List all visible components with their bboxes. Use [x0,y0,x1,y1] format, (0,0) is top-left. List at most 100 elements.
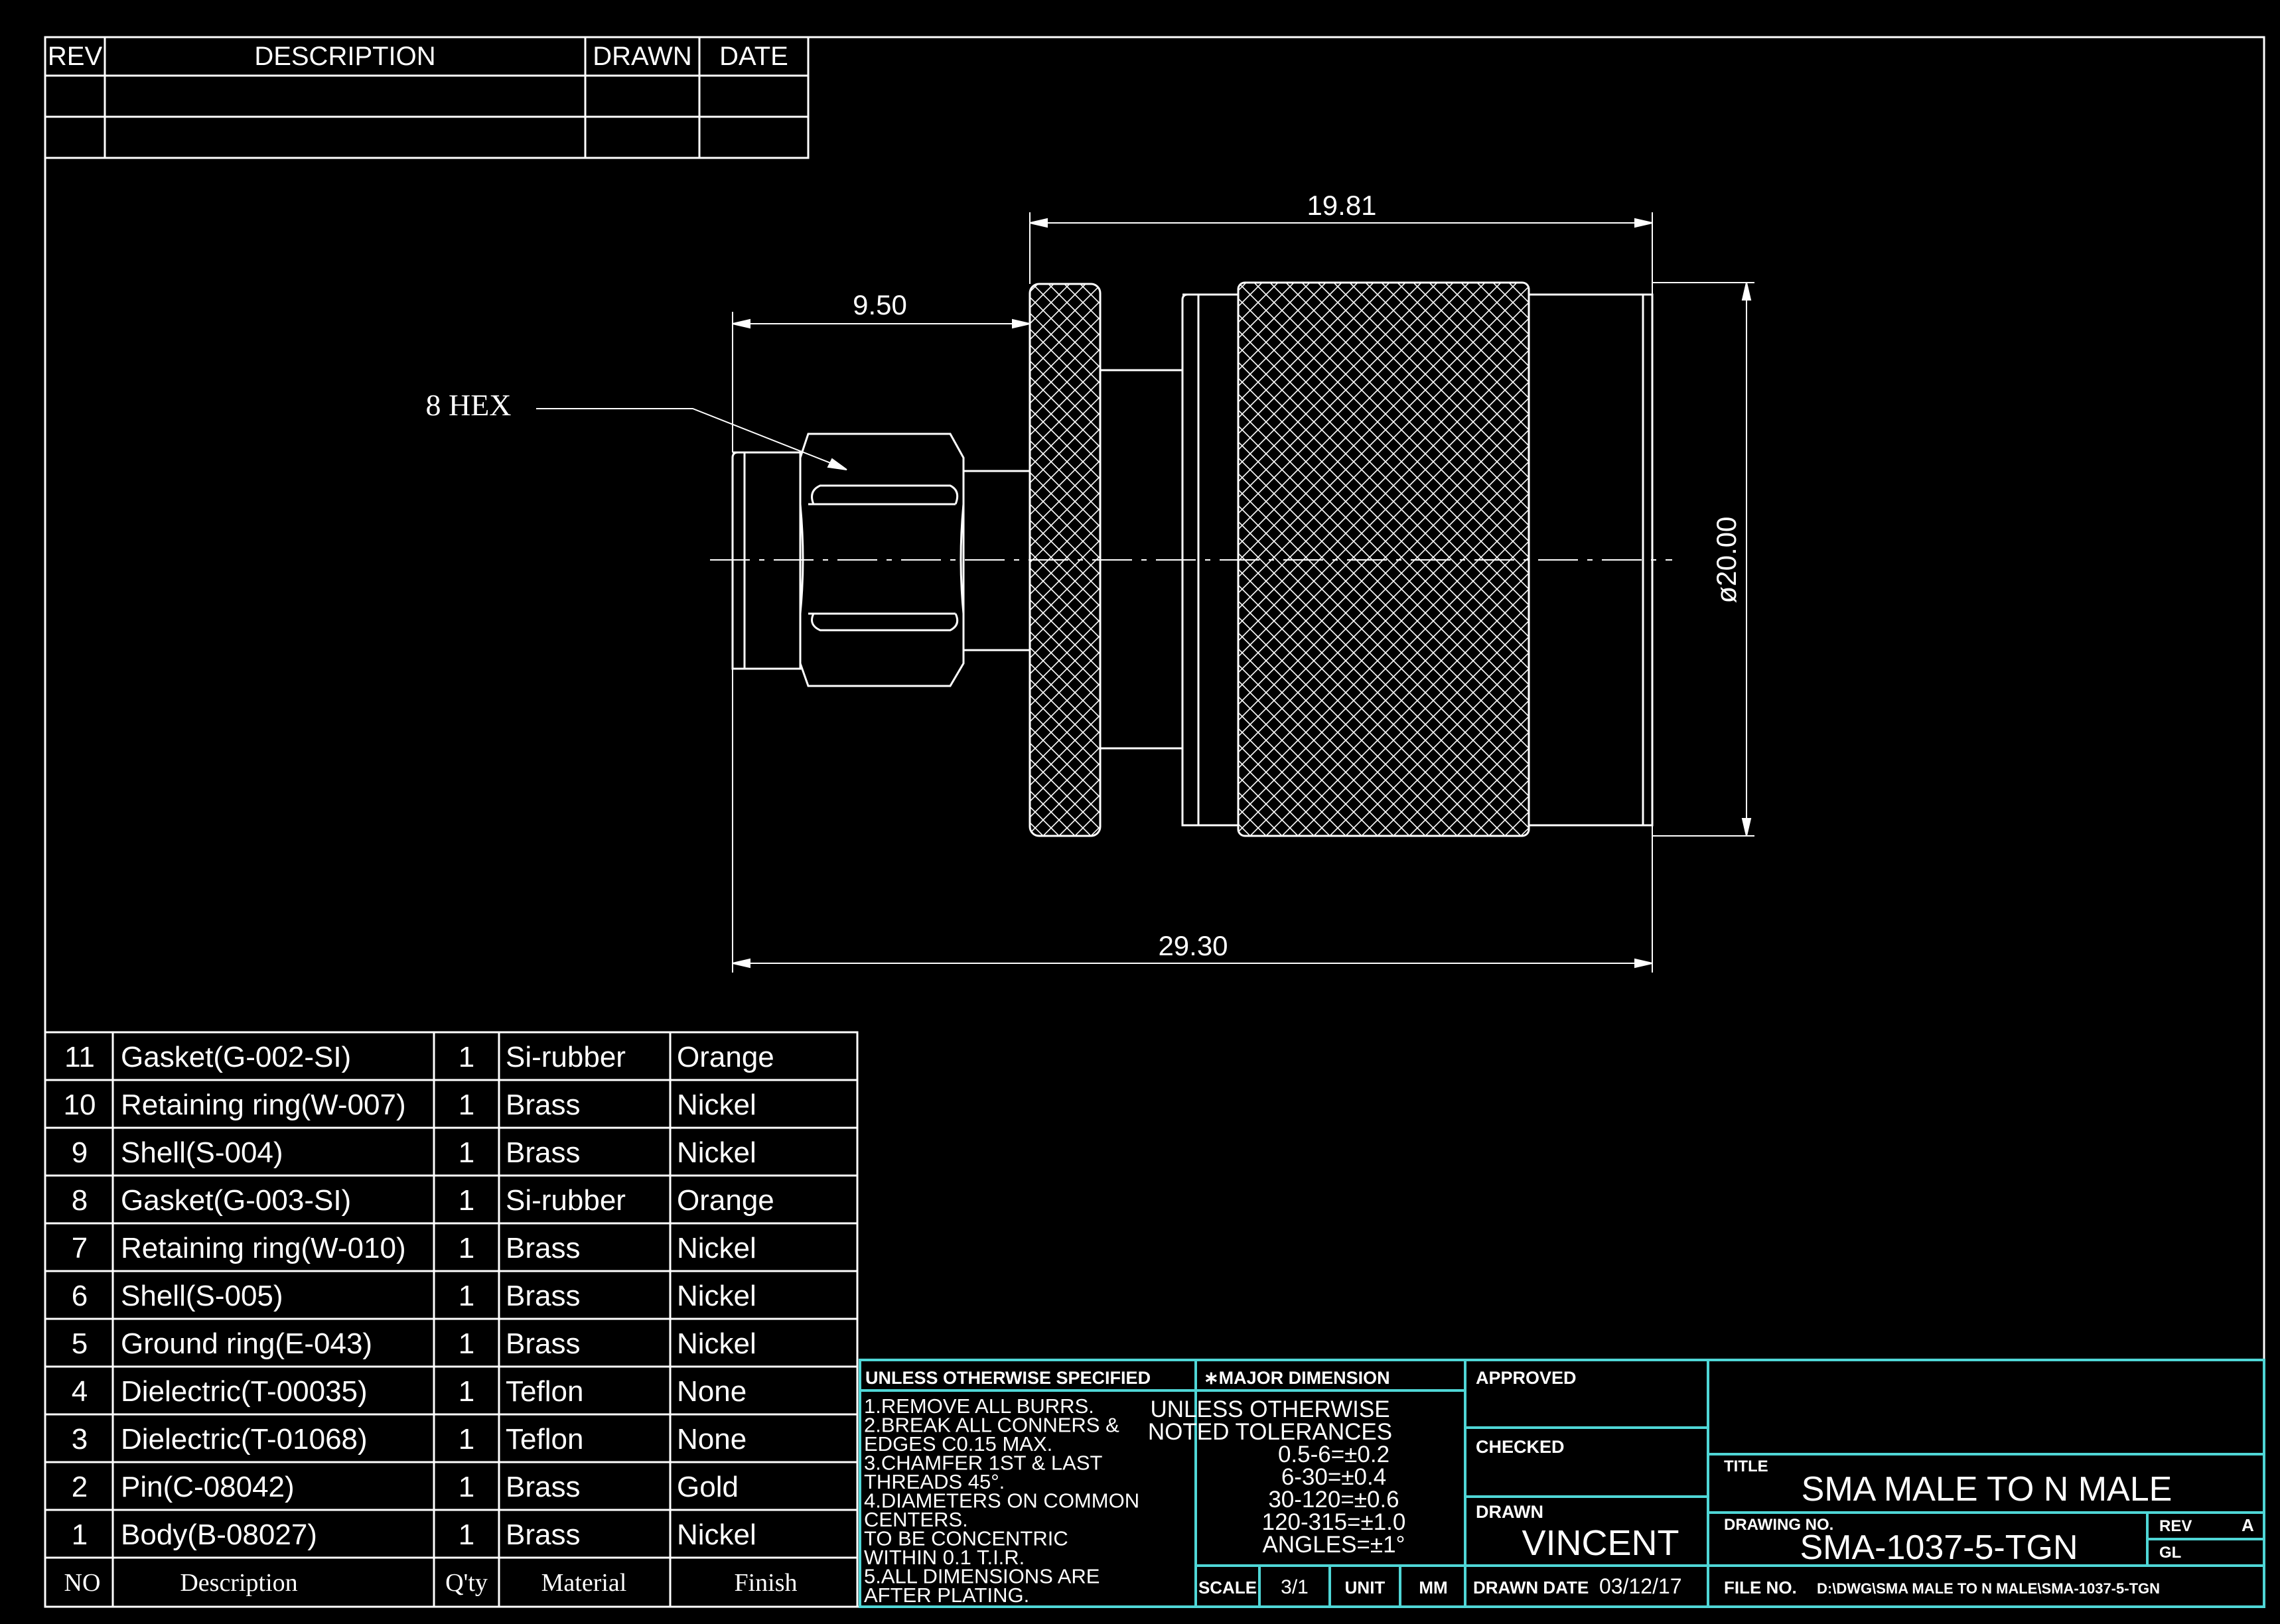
tolerance-notes: UNLESS OTHERWISENOTED TOLERANCES0.5-6=±0… [1148,1396,1406,1558]
bom-rows: 11 Gasket(G-002-SI) 1 Si-rubber Orange10 Reta… [64,1041,774,1551]
bom-row-qty: 1 [459,1327,474,1360]
bom-row-qty: 1 [459,1423,474,1455]
bom-row-description: Ground ring(E-043) [121,1327,372,1360]
bom-footer-finish: Finish [734,1569,797,1597]
bom-row-qty: 1 [459,1375,474,1408]
general-notes: 1.REMOVE ALL BURRS.2.BREAK ALL CONNERS &… [864,1394,1139,1607]
bom-row-finish: Nickel [677,1089,756,1121]
bom-row-qty: 1 [459,1041,474,1073]
body-length-dimension: 19.81 [1307,190,1376,221]
bom-row-description: Dielectric(T-00035) [121,1375,368,1408]
bom-row-description: Dielectric(T-01068) [121,1423,368,1455]
bom-footer: NO Description Q'ty Material Finish [64,1569,798,1597]
bom-row-finish: Nickel [677,1136,756,1169]
bom-row-finish: Orange [677,1184,774,1217]
drawn-by-value: VINCENT [1522,1523,1679,1563]
hex-offset-dimension: 9.50 [853,289,907,320]
bom-row-qty: 1 [459,1184,474,1217]
overall-length-dimension: 29.30 [1158,930,1228,961]
bom-row-description: Retaining ring(W-010) [121,1232,406,1264]
bom-row-qty: 1 [459,1519,474,1551]
drawing-border [44,36,2265,1608]
bom-row-material: Brass [506,1519,580,1551]
bom-row-qty: 1 [459,1280,474,1312]
rev-header: REV [48,42,103,71]
drawn-date-label: DRAWN DATE [1473,1578,1589,1597]
scale-label: SCALE [1198,1578,1257,1597]
drawing-title: SMA MALE TO N MALE [1802,1470,2173,1509]
unit-value: MM [1419,1578,1447,1597]
bom-footer-no: NO [64,1569,101,1597]
bom-row-no: 3 [72,1423,88,1455]
bom-row-material: Brass [506,1471,580,1503]
date-header: DATE [719,42,788,71]
file-no-label: FILE NO. [1724,1578,1797,1597]
bom-row-description: Shell(S-005) [121,1280,283,1312]
gl-label: GL [2159,1544,2181,1562]
bom-row-description: Retaining ring(W-007) [121,1089,406,1121]
description-header: DESCRIPTION [254,42,435,71]
bom-row-material: Teflon [506,1375,583,1408]
dimension-lines [536,212,1754,973]
bom-row-finish: None [677,1375,747,1408]
bom-row-qty: 1 [459,1471,474,1503]
drawn-label: DRAWN [1476,1502,1543,1522]
bom-row-no: 7 [72,1232,88,1264]
bom-row-material: Brass [506,1089,580,1121]
rev-value: A [2242,1515,2254,1535]
bom-row-no: 1 [72,1519,88,1551]
bom-row-material: Si-rubber [506,1184,626,1217]
rev-label: REV [2159,1517,2192,1535]
bom-row-finish: Orange [677,1041,774,1073]
bom-row-finish: Nickel [677,1232,756,1264]
bom-row-material: Brass [506,1327,580,1360]
approved-label: APPROVED [1476,1368,1577,1388]
bom-row-no: 4 [72,1375,88,1408]
bom-row-qty: 1 [459,1232,474,1264]
bom-row-no: 9 [72,1136,88,1169]
knurled-coupling [1029,283,1102,837]
bom-row-description: Body(B-08027) [121,1519,317,1551]
bom-row-finish: Gold [677,1471,739,1503]
drawn-header: DRAWN [593,42,692,71]
hex-label: 8 HEX [425,388,511,422]
major-dimension-header: ∗MAJOR DIMENSION [1204,1368,1390,1388]
bom-footer-qty: Q'ty [445,1569,488,1597]
bom-row-no: 6 [72,1280,88,1312]
unit-label: UNIT [1345,1578,1386,1597]
bom-row-finish: Nickel [677,1280,756,1312]
drawing-number: SMA-1037-5-TGN [1800,1528,2078,1567]
bom-row-no: 5 [72,1327,88,1360]
bom-row-description: Gasket(G-002-SI) [121,1041,351,1073]
bom-footer-material: Material [541,1569,627,1597]
n-male-knurled-shell [1237,281,1530,837]
bom-row-qty: 1 [459,1136,474,1169]
diameter-dimension: ø20.00 [1711,517,1742,604]
bom-row-no: 8 [72,1184,88,1217]
bom-row-finish: Nickel [677,1519,756,1551]
bom-row-no: 10 [64,1089,96,1121]
checked-label: CHECKED [1476,1437,1565,1457]
bom-row-no: 11 [64,1041,95,1073]
title-label: TITLE [1724,1457,1768,1475]
bom-footer-description: Description [180,1569,297,1597]
bom-row-description: Shell(S-004) [121,1136,283,1169]
note-line: AFTER PLATING. [864,1584,1029,1607]
drawn-date-value: 03/12/17 [1599,1574,1682,1598]
bom-row-finish: None [677,1423,747,1455]
connector-drawing [710,281,1672,837]
bom-row-qty: 1 [459,1089,474,1121]
drawing-sheet: REV DESCRIPTION DRAWN DATE 19.81 9.50 29… [44,36,2265,1608]
bom-row-material: Si-rubber [506,1041,626,1073]
bom-row-material: Brass [506,1136,580,1169]
bom-row-no: 2 [72,1471,88,1503]
file-no-value: D:\DWG\SMA MALE TO N MALE\SMA-1037-5-TGN [1817,1580,2160,1597]
bom-row-material: Brass [506,1280,580,1312]
bom-row-finish: Nickel [677,1327,756,1360]
tolerance-line: ANGLES=±1° [1262,1532,1405,1558]
bom-row-material: Brass [506,1232,580,1264]
bom-row-description: Pin(C-08042) [121,1471,295,1503]
unless-specified-header: UNLESS OTHERWISE SPECIFIED [865,1368,1151,1388]
bom-row-description: Gasket(G-003-SI) [121,1184,351,1217]
bom-row-material: Teflon [506,1423,583,1455]
